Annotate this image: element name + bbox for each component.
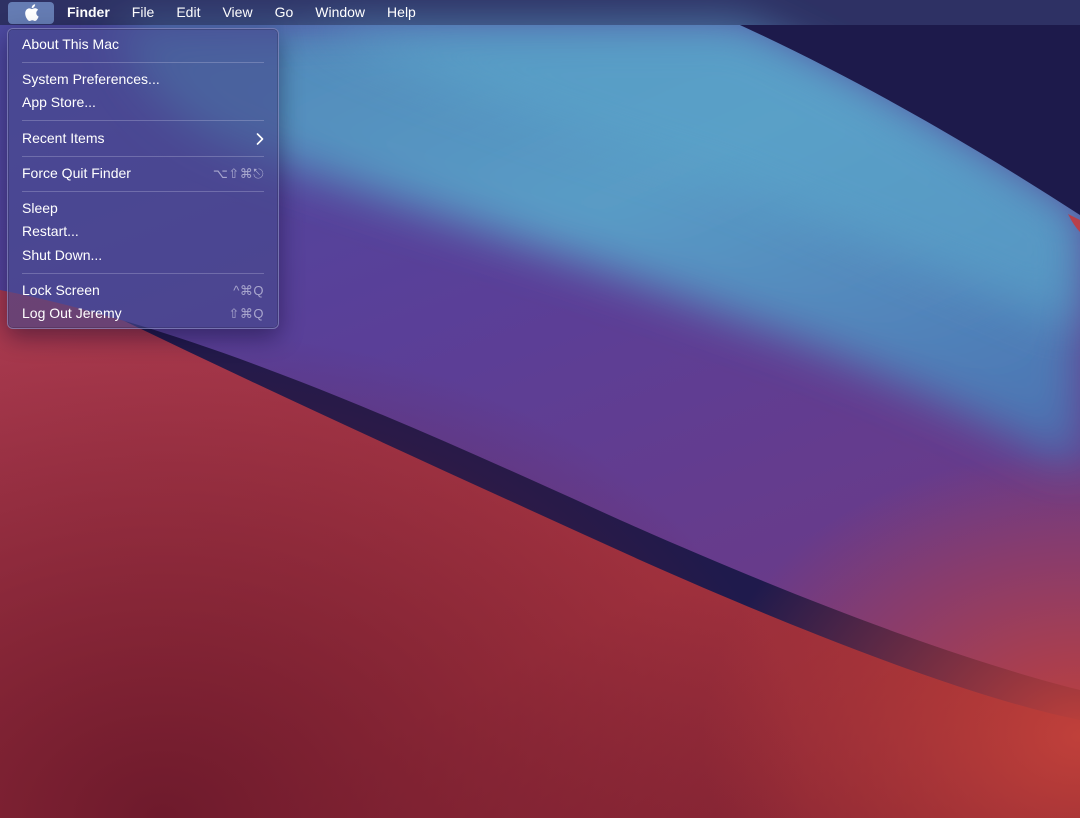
menu-item-label: About This Mac <box>22 36 120 52</box>
keyboard-shortcut: ⇧⌘Q <box>228 306 264 321</box>
menu-item-app-store[interactable]: App Store... <box>13 91 273 114</box>
menu-separator <box>22 62 264 63</box>
menu-item-label: System Preferences... <box>22 71 160 87</box>
menu-separator <box>22 156 264 157</box>
menu-item-about-this-mac[interactable]: About This Mac <box>13 33 273 56</box>
menu-go[interactable]: Go <box>264 0 305 25</box>
apple-menu-button[interactable] <box>8 1 54 24</box>
menu-item-label: Recent Items <box>22 130 105 146</box>
menu-separator <box>22 273 264 274</box>
menu-item-force-quit-finder[interactable]: Force Quit Finder ⌥⇧⌘⎋ <box>13 162 273 185</box>
menu-item-label: Shut Down... <box>22 247 103 263</box>
apple-dropdown-menu: About This Mac System Preferences... App… <box>7 28 279 329</box>
menu-help[interactable]: Help <box>376 0 427 25</box>
menu-item-shut-down[interactable]: Shut Down... <box>13 244 273 267</box>
menu-item-lock-screen[interactable]: Lock Screen ^⌘Q <box>13 279 273 302</box>
menu-file[interactable]: File <box>121 0 166 25</box>
menu-app-finder[interactable]: Finder <box>60 0 121 25</box>
menu-item-label: Force Quit Finder <box>22 165 131 181</box>
keyboard-shortcut: ^⌘Q <box>233 283 264 298</box>
keyboard-shortcut: ⌥⇧⌘⎋ <box>212 166 264 181</box>
menu-view[interactable]: View <box>211 0 263 25</box>
menu-item-label: App Store... <box>22 94 96 110</box>
menu-item-system-preferences[interactable]: System Preferences... <box>13 68 273 91</box>
menu-item-recent-items[interactable]: Recent Items <box>13 127 273 150</box>
menu-item-label: Lock Screen <box>22 282 100 298</box>
menu-separator <box>22 191 264 192</box>
menu-separator <box>22 120 264 121</box>
chevron-right-icon <box>256 132 264 145</box>
desktop: Finder File Edit View Go Window Help Abo… <box>0 0 1080 818</box>
menu-item-label: Restart... <box>22 223 79 239</box>
menu-edit[interactable]: Edit <box>165 0 211 25</box>
menu-item-log-out[interactable]: Log Out Jeremy ⇧⌘Q <box>13 302 273 325</box>
menu-item-restart[interactable]: Restart... <box>13 220 273 243</box>
menu-bar: Finder File Edit View Go Window Help <box>0 0 1080 25</box>
apple-logo-icon <box>24 4 39 21</box>
menu-item-label: Log Out Jeremy <box>22 305 122 321</box>
menu-item-label: Sleep <box>22 200 58 216</box>
menu-window[interactable]: Window <box>304 0 376 25</box>
menu-item-sleep[interactable]: Sleep <box>13 197 273 220</box>
